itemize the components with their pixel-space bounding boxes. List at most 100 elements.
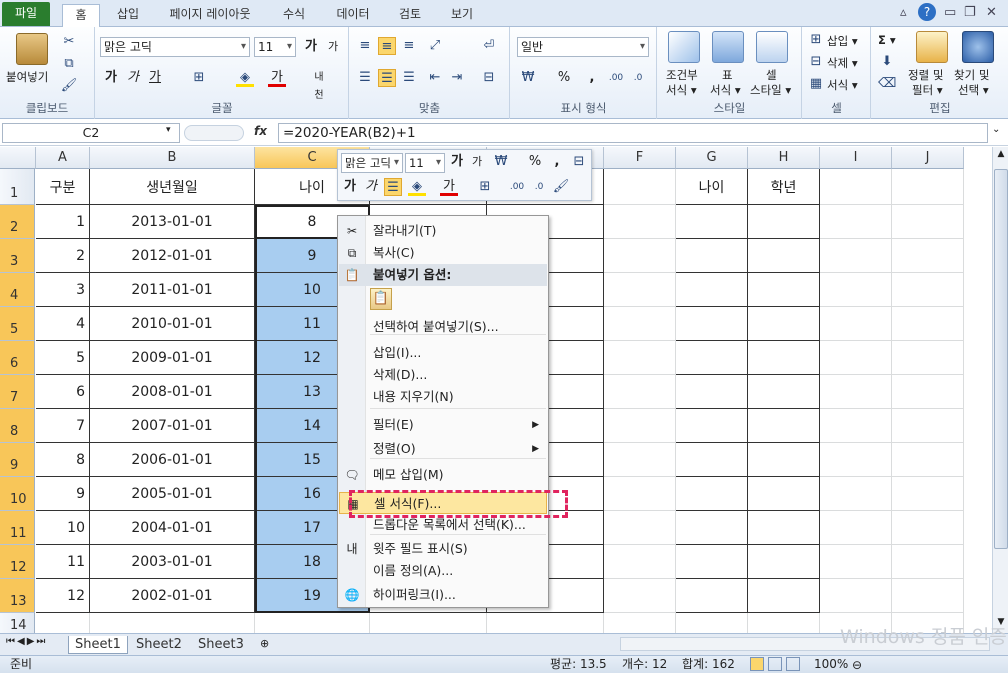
context-menu-item-10[interactable]: 🗨 메모 삽입(M) [339, 464, 547, 486]
cell-a14[interactable] [36, 613, 90, 633]
cell-f9[interactable] [604, 443, 676, 477]
cell-j12[interactable] [892, 545, 964, 579]
cell-a13[interactable]: 12 [36, 579, 90, 613]
cell-i13[interactable] [820, 579, 892, 613]
conditional-formatting-icon[interactable] [668, 31, 700, 63]
cell-j1[interactable] [892, 169, 964, 205]
bold-icon[interactable]: 가 [102, 69, 120, 87]
paste-icon[interactable] [16, 33, 48, 65]
cell-i3[interactable] [820, 239, 892, 273]
border-icon[interactable]: ⊞ [190, 69, 208, 87]
cell-g4[interactable] [676, 273, 748, 307]
cell-a5[interactable]: 4 [36, 307, 90, 341]
column-header-b[interactable]: B [90, 147, 255, 169]
cell-g8[interactable] [676, 409, 748, 443]
cell-f3[interactable] [604, 239, 676, 273]
scroll-thumb[interactable] [994, 169, 1008, 549]
row-header-1[interactable]: 1 [0, 169, 35, 205]
autosum-button[interactable]: Σ ▾ [878, 33, 896, 47]
grow-font-icon[interactable]: 가 [302, 38, 320, 56]
merge-center-icon[interactable]: ⊟ [480, 69, 498, 87]
italic-icon[interactable]: 가 [124, 69, 142, 87]
mini-format-painter-icon[interactable]: 🖌 [552, 178, 570, 196]
cell-j6[interactable] [892, 341, 964, 375]
cell-d14[interactable] [370, 613, 487, 633]
cell-j11[interactable] [892, 511, 964, 545]
insert-sheet-icon[interactable]: ⊕ [260, 637, 269, 650]
cell-h14[interactable] [748, 613, 820, 633]
cell-g7[interactable] [676, 375, 748, 409]
format-table-label[interactable]: 표 [722, 67, 733, 83]
cell-a9[interactable]: 8 [36, 443, 90, 477]
cell-a1[interactable]: 구분 [36, 169, 90, 205]
cell-f1[interactable] [604, 169, 676, 205]
window-minimize-icon[interactable]: ▭ [944, 5, 956, 20]
cell-g11[interactable] [676, 511, 748, 545]
context-menu-item-14[interactable]: 이름 정의(A)... [339, 560, 547, 582]
column-header-g[interactable]: G [676, 147, 748, 169]
sort-filter-icon[interactable] [916, 31, 948, 63]
cell-h6[interactable] [748, 341, 820, 375]
cell-styles-label-2[interactable]: 스타일 ▾ [750, 82, 791, 98]
cell-f4[interactable] [604, 273, 676, 307]
mini-fill-color-icon[interactable]: ◈ [408, 178, 426, 196]
delete-cells-icon[interactable]: ⊟ [807, 53, 825, 71]
context-menu-item-2[interactable]: ⧉ 복사(C) [339, 242, 547, 264]
cell-h4[interactable] [748, 273, 820, 307]
cell-g9[interactable] [676, 443, 748, 477]
align-center-icon[interactable]: ☰ [378, 69, 396, 87]
row-header-12[interactable]: 12 [0, 545, 35, 579]
cell-f12[interactable] [604, 545, 676, 579]
cell-j13[interactable] [892, 579, 964, 613]
sheet-tab-1[interactable]: Sheet1 [68, 636, 128, 654]
window-close-icon[interactable]: ✕ [986, 5, 997, 20]
cell-b1[interactable]: 생년월일 [90, 169, 255, 205]
name-box-dropdown-icon[interactable]: ▾ [166, 125, 171, 135]
font-size-combo[interactable]: 11 [254, 37, 296, 57]
cell-g10[interactable] [676, 477, 748, 511]
comma-style-icon[interactable]: , [583, 69, 601, 87]
mini-accounting-icon[interactable]: ₩ [492, 153, 510, 171]
cut-icon[interactable]: ✂ [60, 33, 78, 51]
cell-h12[interactable] [748, 545, 820, 579]
cell-i4[interactable] [820, 273, 892, 307]
column-header-f[interactable]: F [604, 147, 676, 169]
cell-j5[interactable] [892, 307, 964, 341]
cell-i12[interactable] [820, 545, 892, 579]
cell-a2[interactable]: 1 [36, 205, 90, 239]
zoom-level[interactable]: 100% [814, 656, 848, 673]
context-menu-item-9[interactable]: 정렬(O) ▶ [339, 438, 547, 460]
cell-i10[interactable] [820, 477, 892, 511]
insert-cells-icon[interactable]: ⊞ [807, 31, 825, 49]
cell-e14[interactable] [487, 613, 604, 633]
context-menu-item-5[interactable]: 삽입(I)... [339, 342, 547, 364]
context-menu-item-8[interactable]: 필터(E) ▶ [339, 414, 547, 436]
conditional-format-label-2[interactable]: 서식 ▾ [666, 82, 697, 98]
row-header-11[interactable]: 11 [0, 511, 35, 545]
row-header-8[interactable]: 8 [0, 409, 35, 443]
cell-h9[interactable] [748, 443, 820, 477]
sort-filter-label[interactable]: 정렬 및 [908, 67, 943, 83]
cell-a11[interactable]: 10 [36, 511, 90, 545]
cell-a12[interactable]: 11 [36, 545, 90, 579]
clear-icon[interactable]: ⌫ [878, 75, 896, 93]
number-format-combo[interactable]: 일반 [517, 37, 649, 57]
font-color-icon[interactable]: 가 [268, 69, 286, 87]
cell-f10[interactable] [604, 477, 676, 511]
accounting-format-icon[interactable]: ₩ [519, 69, 537, 87]
sheet-tab-3[interactable]: Sheet3 [192, 636, 250, 654]
row-header-13[interactable]: 13 [0, 579, 35, 613]
fill-icon[interactable]: ⬇ [878, 53, 896, 71]
cell-b13[interactable]: 2002-01-01 [90, 579, 255, 613]
column-header-i[interactable]: I [820, 147, 892, 169]
cell-i9[interactable] [820, 443, 892, 477]
cell-b2[interactable]: 2013-01-01 [90, 205, 255, 239]
cell-j2[interactable] [892, 205, 964, 239]
phonetic-guide-icon[interactable]: 내천 [310, 69, 328, 101]
underline-icon[interactable]: 가 [146, 69, 164, 87]
percent-style-icon[interactable]: % [555, 69, 573, 87]
copy-icon[interactable]: ⧉ [60, 55, 78, 73]
cell-styles-label[interactable]: 셀 [766, 67, 777, 83]
align-top-icon[interactable]: ≡ [356, 37, 374, 55]
row-header-7[interactable]: 7 [0, 375, 35, 409]
